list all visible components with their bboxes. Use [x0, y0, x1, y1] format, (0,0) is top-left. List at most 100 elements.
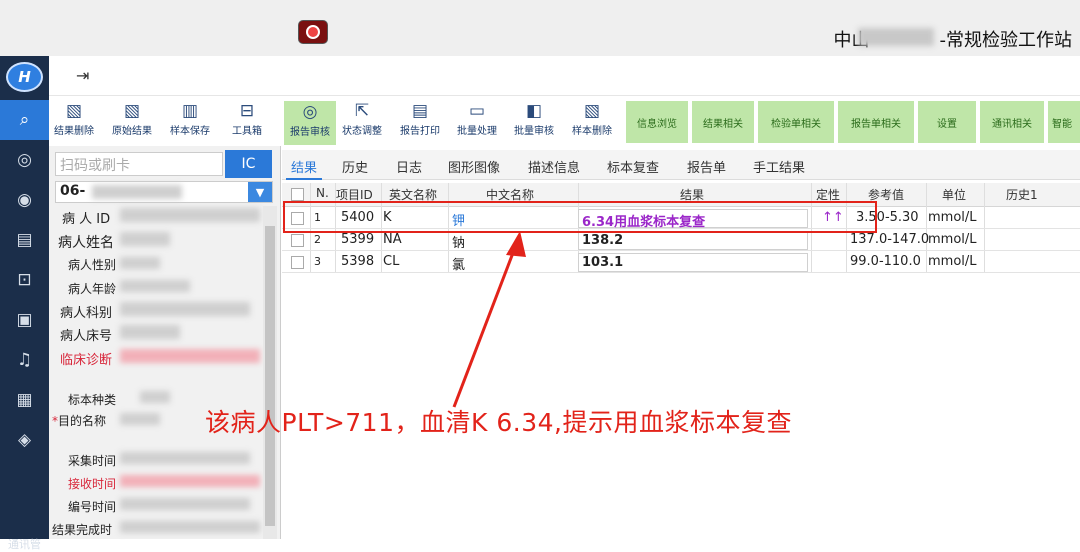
tab-result[interactable]: 结果: [291, 157, 317, 176]
row-en-name: CL: [383, 254, 400, 269]
annotation-text: 该病人PLT>711，血清K 6.34,提示用血浆标本复查: [205, 408, 792, 437]
left-nav: ⌕ ◎ ◉ ▤ ⊡ ▣ ♫ ▦ ◈ 通讯管: [0, 56, 49, 551]
row-en-name: NA: [383, 232, 402, 247]
row-n: 2: [314, 233, 321, 246]
row-unit: mmol/L: [928, 232, 977, 247]
test-sheet-button[interactable]: 检验单相关: [758, 101, 834, 143]
menu-bar: [49, 56, 1080, 96]
tab-report[interactable]: 报告单: [687, 157, 726, 176]
col-unit[interactable]: 单位: [942, 186, 966, 203]
row-item-id: 5399: [341, 232, 375, 247]
label-complete-time: 结果完成时: [52, 523, 113, 537]
nav-bell-icon[interactable]: ♫: [0, 340, 49, 380]
report-sheet-button[interactable]: 报告单相关: [838, 101, 914, 143]
toolbox-button[interactable]: ⊟ 工具箱: [232, 100, 262, 144]
nav-briefcase-icon[interactable]: ⊡: [0, 260, 49, 300]
redaction: [120, 521, 260, 533]
label-sample-type: 标本种类: [68, 393, 117, 407]
row-n: 3: [314, 255, 321, 268]
label-patient-age: 病人年龄: [68, 282, 117, 296]
redaction: [92, 185, 182, 199]
nav-book-icon[interactable]: ▤: [0, 220, 49, 260]
delete-result-button[interactable]: ▧ 结果删除: [54, 100, 94, 144]
select-all-checkbox[interactable]: [291, 188, 304, 201]
report-audit-icon: ◎: [302, 102, 318, 122]
chevron-down-icon[interactable]: ▼: [248, 182, 272, 202]
redaction: [120, 349, 260, 363]
redaction: [120, 452, 250, 464]
label-patient-name: 病人姓名: [58, 235, 114, 251]
redaction: [120, 208, 260, 222]
redaction: [120, 232, 170, 246]
scan-input[interactable]: 扫码或刷卡: [55, 152, 223, 176]
nav-image-icon[interactable]: ▣: [0, 300, 49, 340]
label-purpose: *目的名称: [52, 414, 107, 428]
row-reference: 99.0-110.0: [850, 254, 921, 269]
tab-underline: [286, 178, 322, 180]
report-audit-button[interactable]: ◎ 报告审核: [284, 101, 336, 145]
label-patient-id: 病 人 ID: [62, 212, 111, 227]
row-result[interactable]: 103.1: [582, 255, 623, 270]
row-checkbox[interactable]: [291, 256, 304, 269]
row-checkbox[interactable]: [291, 234, 304, 247]
batch-audit-button[interactable]: ◧ 批量审核: [514, 100, 554, 144]
nav-zoom-icon[interactable]: ◎: [0, 140, 49, 180]
delete-sample-icon: ▧: [583, 101, 601, 121]
batch-audit-icon: ◧: [525, 101, 543, 121]
app-icon: [298, 20, 328, 44]
highlight-box: [283, 201, 877, 233]
tab-sample-recheck[interactable]: 标本复查: [607, 157, 659, 176]
status-adjust-button[interactable]: ⇱ 状态调整: [342, 100, 382, 144]
row-item-id: 5398: [341, 254, 375, 269]
save-doc-icon: ▥: [181, 101, 199, 121]
nav-layers-icon[interactable]: ◈: [0, 420, 49, 460]
redaction: [120, 325, 180, 339]
nav-eye-icon[interactable]: ◉: [0, 180, 49, 220]
print-icon: ▤: [411, 101, 429, 121]
col-n[interactable]: N.: [316, 186, 329, 200]
label-collect-time: 采集时间: [68, 454, 117, 468]
redaction: [120, 413, 160, 425]
redaction: [120, 475, 260, 487]
tab-manual-result[interactable]: 手工结果: [753, 157, 805, 176]
nav-label-comm[interactable]: 通讯管: [0, 536, 49, 552]
tab-description[interactable]: 描述信息: [528, 157, 580, 176]
row-reference: 137.0-147.0: [850, 232, 930, 247]
tab-history[interactable]: 历史: [342, 157, 368, 176]
save-sample-button[interactable]: ▥ 样本保存: [170, 100, 210, 144]
row-result[interactable]: 138.2: [582, 233, 623, 248]
logo-icon: H: [6, 62, 43, 92]
tab-log[interactable]: 日志: [396, 157, 422, 176]
annotation-arrow-icon: [452, 231, 526, 408]
redaction: [120, 257, 160, 269]
result-related-button[interactable]: 结果相关: [692, 101, 754, 143]
info-browse-button[interactable]: 信息浏览: [626, 101, 688, 143]
label-patient-bed: 病人床号: [60, 329, 113, 344]
label-patient-dept: 病人科别: [60, 306, 113, 321]
raw-result-button[interactable]: ▧ 原始结果: [112, 100, 152, 144]
label-number-time: 编号时间: [68, 500, 117, 514]
comm-related-button[interactable]: 通讯相关: [980, 101, 1044, 143]
left-scrollbar-thumb[interactable]: [265, 226, 275, 526]
redaction: [120, 280, 190, 292]
batch-process-button[interactable]: ▭ 批量处理: [457, 100, 497, 144]
delete-doc-icon: ▧: [65, 101, 83, 121]
col-history1[interactable]: 历史1: [1006, 186, 1038, 203]
ic-card-button[interactable]: IC: [225, 150, 272, 178]
settings-button[interactable]: 设置: [918, 101, 976, 143]
label-diagnosis: 临床诊断: [60, 353, 113, 368]
report-print-button[interactable]: ▤ 报告打印: [400, 100, 440, 144]
smart-button[interactable]: 智能: [1048, 101, 1080, 143]
batch-icon: ▭: [468, 101, 486, 121]
nav-search-icon[interactable]: ⌕: [0, 100, 49, 140]
toolbox-icon: ⊟: [239, 101, 255, 121]
nav-clipboard-icon[interactable]: ▦: [0, 380, 49, 420]
tab-graph-image[interactable]: 图形图像: [448, 157, 500, 176]
redaction: [120, 498, 250, 510]
redaction: [120, 302, 250, 316]
label-patient-sex: 病人性别: [68, 258, 117, 272]
menu-toggle-icon[interactable]: ⇥: [76, 66, 89, 85]
delete-sample-button[interactable]: ▧ 样本删除: [572, 100, 612, 144]
redaction: [140, 391, 170, 403]
label-receive-time: 接收时间: [68, 477, 117, 491]
